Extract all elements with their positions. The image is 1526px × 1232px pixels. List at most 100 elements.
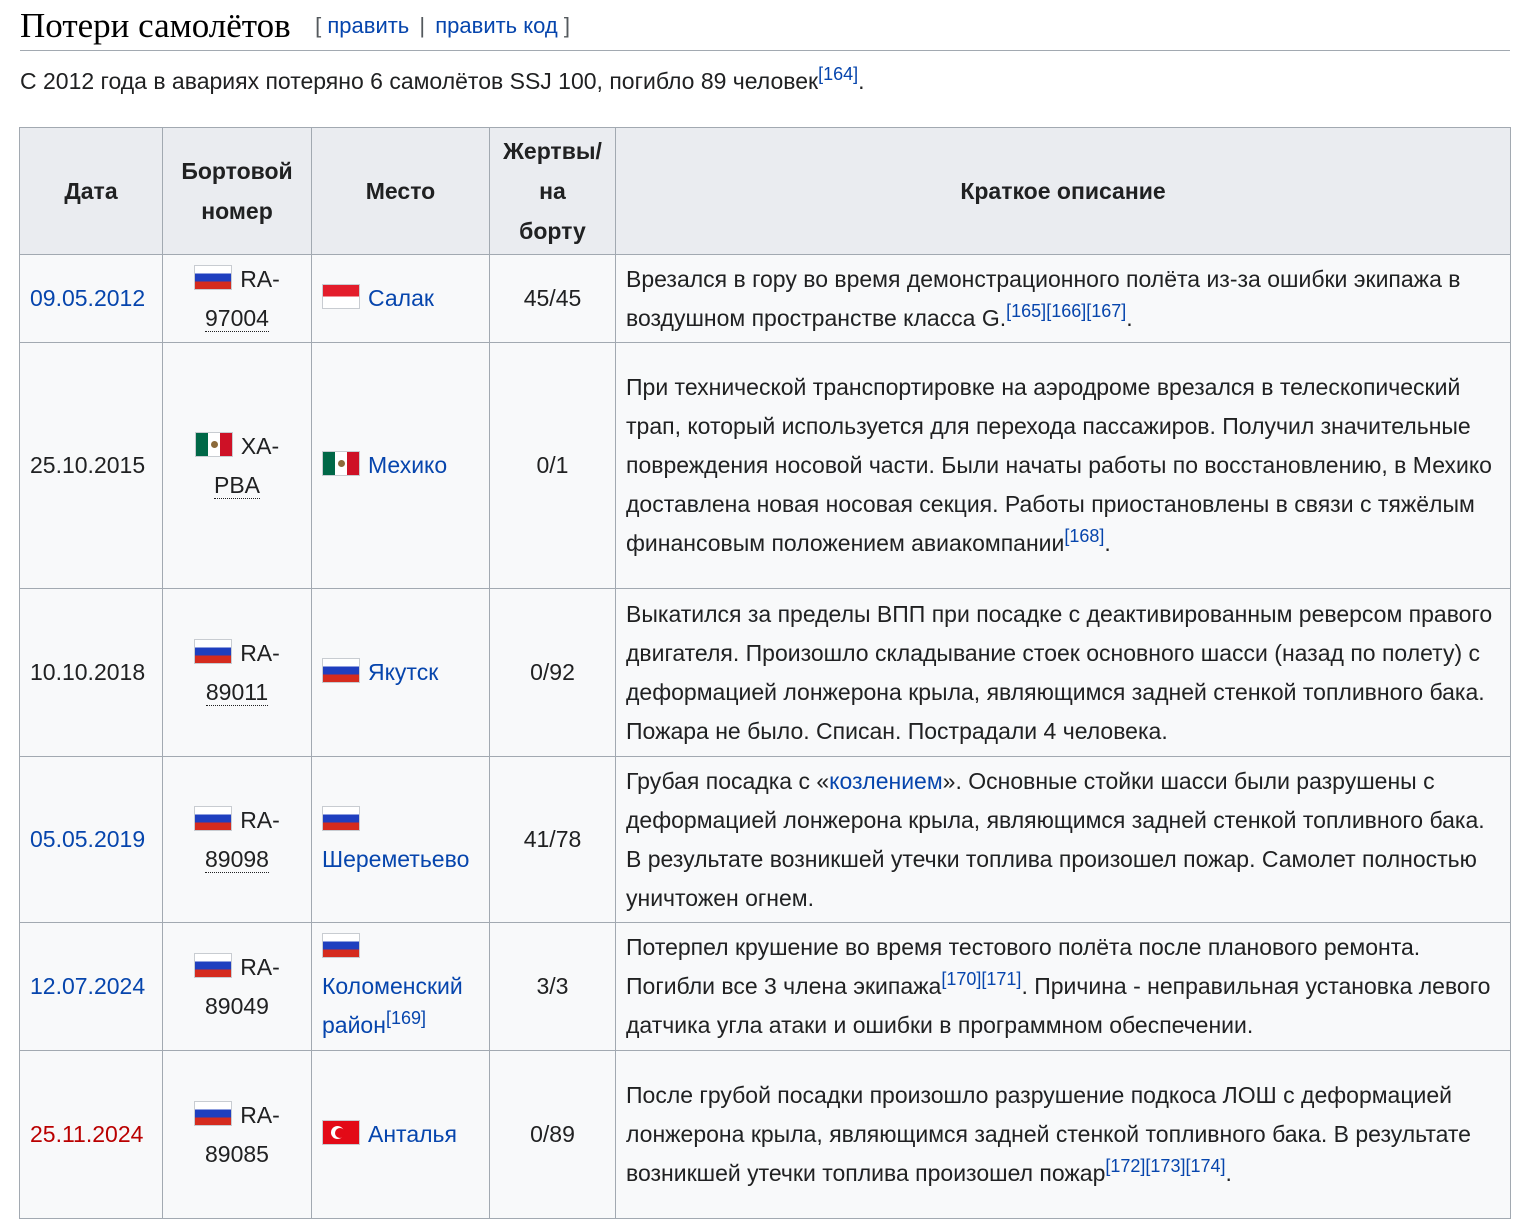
edit-link[interactable]: править bbox=[327, 13, 409, 38]
intro-paragraph: С 2012 года в авариях потеряно 6 самолёт… bbox=[20, 64, 865, 98]
date-link[interactable]: 12.07.2024 bbox=[30, 973, 145, 999]
board-prefix: RA- bbox=[240, 1101, 280, 1128]
board-number[interactable]: 97004 bbox=[205, 304, 269, 332]
board-prefix: RA- bbox=[240, 953, 280, 980]
reference-link[interactable]: [174] bbox=[1185, 1156, 1225, 1176]
description-text: После грубой посадки произошло разрушени… bbox=[626, 1082, 1471, 1186]
description-cell: Потерпел крушение во время тестового пол… bbox=[615, 922, 1511, 1051]
place-cell: Якутск bbox=[311, 588, 490, 757]
board-number[interactable]: PBA bbox=[213, 471, 261, 499]
table-row: 25.10.2015 XA- PBA Мехико 0/1 При техниче… bbox=[19, 342, 1511, 589]
russia-flag-icon bbox=[322, 805, 360, 831]
description-link[interactable]: козлением bbox=[829, 768, 943, 794]
header-victims-line3: борту bbox=[519, 218, 586, 244]
date-cell: 25.11.2024 bbox=[19, 1050, 163, 1219]
reference-link[interactable]: [171] bbox=[981, 969, 1021, 989]
date-link[interactable]: 05.05.2019 bbox=[30, 826, 145, 852]
date-cell: 10.10.2018 bbox=[19, 588, 163, 757]
reference-link[interactable]: [169] bbox=[386, 1008, 426, 1028]
intro-period: . bbox=[858, 68, 865, 94]
header-victims: Жертвы/на борту bbox=[489, 127, 616, 255]
russia-flag-icon bbox=[322, 658, 360, 683]
place-cell: Анталья bbox=[311, 1050, 490, 1219]
reference-link[interactable]: [165] bbox=[1006, 301, 1046, 321]
place-link[interactable]: Шереметьево bbox=[322, 846, 469, 872]
place-cell: Шереметьево bbox=[311, 756, 490, 923]
board-prefix: RA- bbox=[240, 639, 280, 666]
date-cell: 05.05.2019 bbox=[19, 756, 163, 923]
mexico-flag-icon bbox=[322, 451, 360, 476]
board-number-cell: RA- 89011 bbox=[162, 588, 312, 757]
board-prefix: RA- bbox=[240, 806, 280, 833]
board-number[interactable]: 89098 bbox=[205, 845, 269, 873]
board-number[interactable]: 89011 bbox=[205, 678, 269, 706]
board-number: 89049 bbox=[205, 992, 269, 1019]
edit-bracket-open: [ bbox=[315, 13, 322, 38]
section-heading: Потери самолётов [ править | править код… bbox=[20, 4, 1510, 51]
russia-flag-icon bbox=[322, 933, 360, 958]
place-link[interactable]: Коломенский район bbox=[322, 973, 463, 1038]
place-link[interactable]: Салак bbox=[368, 285, 434, 311]
header-place: Место bbox=[311, 127, 490, 255]
reference-link[interactable]: [166] bbox=[1046, 301, 1086, 321]
reference-link[interactable]: [173] bbox=[1145, 1156, 1185, 1176]
description-end: . bbox=[1126, 304, 1133, 331]
date-redlink[interactable]: 25.11.2024 bbox=[30, 1121, 143, 1147]
header-victims-line1: Жертвы/ bbox=[503, 138, 602, 164]
edit-code-link[interactable]: править код bbox=[435, 13, 557, 38]
reference-link[interactable]: [170] bbox=[941, 969, 981, 989]
table-row: 25.11.2024 RA- 89085 Анталья 0/89 После г… bbox=[19, 1050, 1511, 1219]
board-number: 89085 bbox=[205, 1140, 269, 1167]
description-text: При технической транспортировке на аэрод… bbox=[626, 374, 1492, 556]
russia-flag-icon bbox=[194, 1100, 233, 1126]
description-text: Грубая посадка с « bbox=[626, 767, 830, 794]
date-text: 25.10.2015 bbox=[30, 452, 146, 478]
place-link[interactable]: Мехико bbox=[368, 452, 447, 478]
reference-link[interactable]: [168] bbox=[1064, 526, 1104, 546]
board-prefix: XA- bbox=[240, 432, 280, 459]
date-cell: 12.07.2024 bbox=[19, 922, 163, 1051]
description-end: . bbox=[1225, 1160, 1232, 1186]
turkey-flag-icon bbox=[322, 1120, 360, 1145]
table-header-row: Дата Бортовой номер Место Жертвы/на борту … bbox=[19, 127, 1511, 255]
place-cell: Мехико bbox=[311, 342, 490, 589]
place-link[interactable]: Анталья bbox=[368, 1121, 457, 1147]
description-cell: При технической транспортировке на аэрод… bbox=[615, 342, 1511, 589]
date-cell: 25.10.2015 bbox=[19, 342, 163, 589]
board-number-cell: XA- PBA bbox=[162, 342, 312, 589]
russia-flag-icon bbox=[194, 638, 233, 664]
date-link[interactable]: 09.05.2012 bbox=[30, 285, 145, 311]
edit-bracket-close: ] bbox=[563, 13, 570, 38]
victims-cell: 0/92 bbox=[489, 588, 616, 757]
place-link[interactable]: Якутск bbox=[368, 659, 438, 685]
aircraft-losses-table: Дата Бортовой номер Место Жертвы/на борту … bbox=[19, 127, 1511, 1219]
table-row: 05.05.2019 RA- 89098 Шереметьево 41/78 Гр… bbox=[19, 756, 1511, 923]
russia-flag-icon bbox=[194, 805, 233, 831]
edit-separator: | bbox=[419, 13, 426, 38]
date-cell: 09.05.2012 bbox=[19, 254, 163, 343]
header-description: Краткое описание bbox=[615, 127, 1511, 255]
intro-text: С 2012 года в авариях потеряно 6 самолёт… bbox=[20, 68, 819, 94]
edit-section-links: [ править | править код ] bbox=[315, 13, 570, 39]
description-cell: Врезался в гору во время демонстрационно… bbox=[615, 254, 1511, 343]
indonesia-flag-icon bbox=[322, 284, 360, 309]
table-row: 12.07.2024 RA- 89049 Коломенский район[16… bbox=[19, 922, 1511, 1051]
board-prefix: RA- bbox=[240, 265, 280, 292]
place-cell: Коломенский район[169] bbox=[311, 922, 490, 1051]
header-board-number: Бортовой номер bbox=[162, 127, 312, 255]
header-board-line1: Бортовой bbox=[181, 158, 293, 184]
description-cell: Грубая посадка с «козлением». Основные с… bbox=[615, 756, 1511, 923]
victims-cell: 0/1 bbox=[489, 342, 616, 589]
russia-flag-icon bbox=[194, 952, 233, 978]
section-title: Потери самолётов bbox=[20, 6, 291, 45]
reference-link[interactable]: [164] bbox=[818, 64, 858, 84]
victims-cell: 45/45 bbox=[489, 254, 616, 343]
victims-cell: 0/89 bbox=[489, 1050, 616, 1219]
reference-link[interactable]: [172] bbox=[1105, 1156, 1145, 1176]
reference-link[interactable]: [167] bbox=[1086, 301, 1126, 321]
board-number-cell: RA- 89049 bbox=[162, 922, 312, 1051]
date-text: 10.10.2018 bbox=[30, 659, 146, 685]
table-row: 09.05.2012 RA- 97004 Салак 45/45 Врезался… bbox=[19, 254, 1511, 343]
place-cell: Салак bbox=[311, 254, 490, 343]
header-board-line2: номер bbox=[201, 198, 273, 224]
